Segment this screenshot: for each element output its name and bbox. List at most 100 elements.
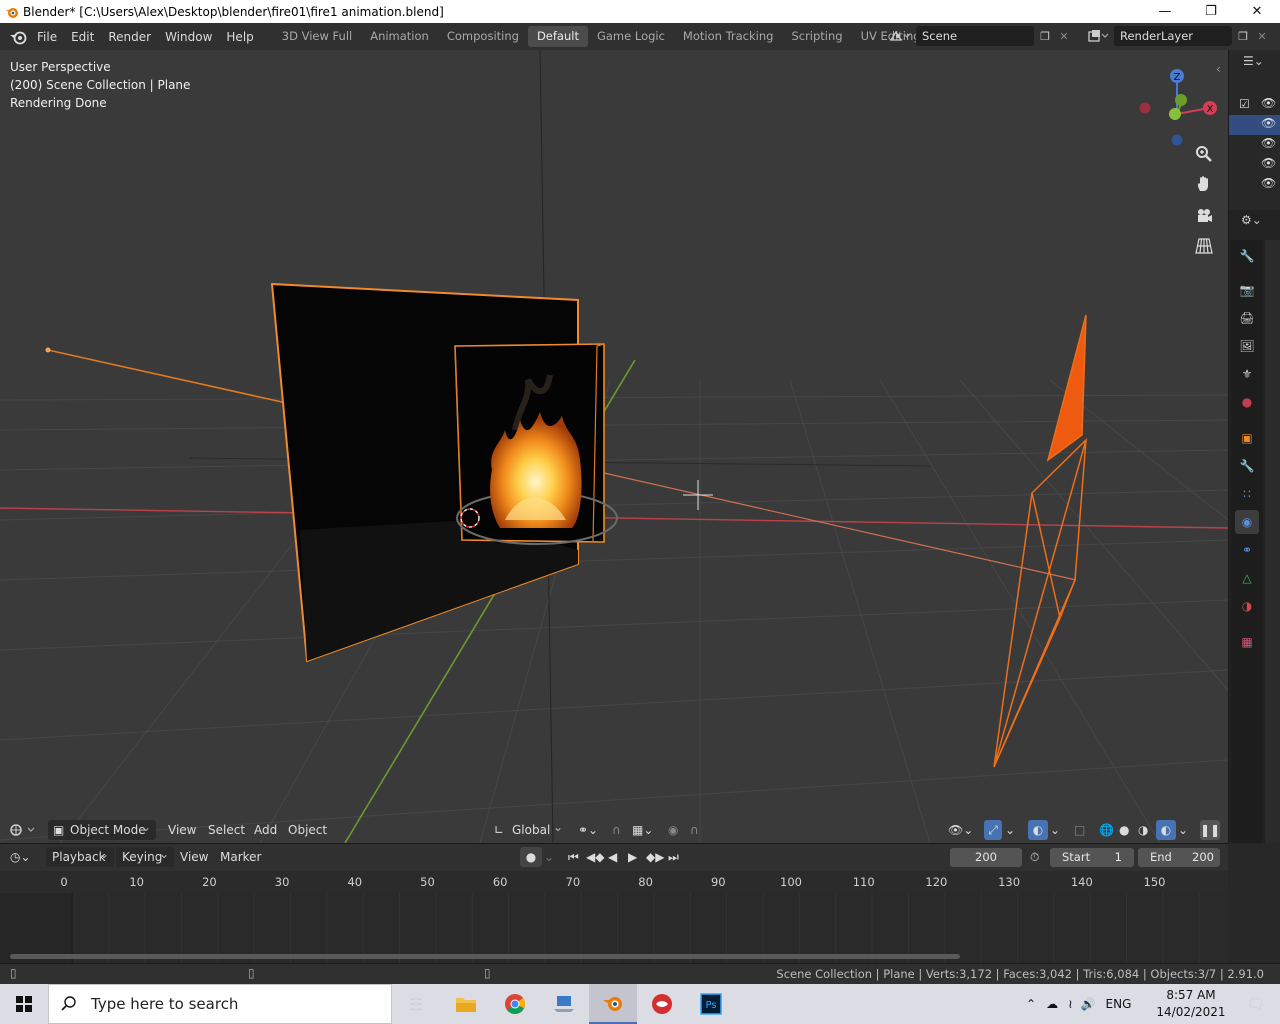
pause-render-button[interactable]: ❚❚ (1200, 820, 1220, 840)
visibility-dropdown[interactable]: 👁⌄ (948, 820, 976, 840)
falloff-dropdown[interactable]: ∩ (690, 820, 710, 840)
menu-help[interactable]: Help (219, 27, 260, 47)
renderlayer-name-field[interactable]: RenderLayer (1114, 26, 1232, 46)
properties-editor-button[interactable]: ⚙⌄ (1241, 213, 1262, 227)
rendered-shading-button[interactable]: ◐ (1156, 820, 1176, 840)
outliner-row[interactable]: 👁 (1229, 155, 1280, 175)
taskbar-search-box[interactable]: Type here to search (48, 984, 392, 1024)
start-frame-field[interactable]: Start 1 (1050, 848, 1134, 867)
overlays-toggle[interactable]: ◐ (1028, 820, 1048, 840)
tab-animation[interactable]: Animation (361, 26, 438, 47)
material-shading-button[interactable]: ◑ (1138, 820, 1156, 840)
snap-target-dropdown[interactable]: ▦⌄ (632, 820, 660, 840)
checkbox-icon[interactable]: ☑ (1239, 97, 1250, 111)
shading-dropdown[interactable]: ⌄ (1178, 820, 1192, 840)
timeline-view-menu[interactable]: View (180, 847, 208, 867)
delete-renderlayer-button[interactable]: ✕ (1254, 27, 1270, 45)
blender-taskbar-button[interactable] (589, 984, 637, 1024)
eye-icon[interactable]: 👁 (1261, 116, 1276, 130)
overlays-dropdown[interactable]: ⌄ (1050, 820, 1064, 840)
taskbar-clock[interactable]: 8:57 AM 14/02/2021 (1156, 987, 1226, 1021)
eye-icon[interactable]: 👁 (1261, 156, 1276, 170)
notifications-button[interactable]: 🗨 (1232, 984, 1280, 1024)
transform-orientation-dropdown[interactable]: ∟ Global (490, 817, 568, 840)
tab-particles[interactable]: ∷ (1235, 482, 1259, 506)
tab-object[interactable]: ▣ (1235, 426, 1259, 450)
wifi-icon[interactable]: ≀ (1068, 997, 1073, 1011)
next-keyframe-button[interactable]: ◆▶ (646, 847, 664, 867)
proportional-edit-toggle[interactable]: ◉ (668, 820, 686, 840)
editor-type-button[interactable] (8, 820, 40, 840)
outliner-row[interactable]: 👁 (1229, 175, 1280, 195)
3d-viewport[interactable]: User Perspective (200) Scene Collection … (0, 50, 1228, 843)
wireframe-shading-button[interactable]: 🌐 (1099, 820, 1117, 840)
laptop-app-button[interactable] (540, 984, 588, 1024)
tab-data[interactable]: △ (1235, 566, 1259, 590)
gizmo-toggle[interactable]: ⤢ (984, 820, 1002, 840)
tab-constraints[interactable]: ⚭ (1235, 538, 1259, 562)
gizmo-dropdown[interactable]: ⌄ (1005, 820, 1019, 840)
minimize-button[interactable]: — (1142, 0, 1188, 23)
language-indicator[interactable]: ENG (1106, 997, 1132, 1011)
add-menu[interactable]: Add (254, 820, 277, 840)
menu-window[interactable]: Window (158, 27, 219, 47)
file-explorer-button[interactable] (442, 984, 490, 1024)
tab-material[interactable]: ◑ (1235, 594, 1259, 618)
zoom-view-button[interactable] (1192, 142, 1216, 166)
new-scene-button[interactable]: ❐ (1036, 27, 1054, 45)
view-menu[interactable]: View (168, 820, 196, 840)
start-button[interactable] (0, 984, 48, 1024)
outliner-row[interactable]: 👁 (1229, 135, 1280, 155)
close-button[interactable]: ✕ (1234, 0, 1280, 23)
photoshop-button[interactable]: Ps (687, 984, 735, 1024)
jump-end-button[interactable]: ⏭ (668, 847, 684, 867)
renderlayer-browse-button[interactable] (1084, 27, 1112, 45)
play-button[interactable]: ▶ (628, 847, 644, 867)
eye-icon[interactable]: 👁 (1261, 136, 1276, 150)
tab-output[interactable]: 🖨 (1235, 306, 1259, 330)
use-preview-range-toggle[interactable]: ⏱ (1030, 847, 1046, 867)
auto-keying-toggle[interactable]: ● (520, 847, 542, 867)
delete-scene-button[interactable]: ✕ (1056, 27, 1072, 45)
tab-world[interactable]: ● (1235, 390, 1259, 414)
outliner-filter-button[interactable]: ☰⌄ (1243, 54, 1264, 68)
pan-view-button[interactable] (1192, 172, 1216, 196)
sidebar-toggle-icon[interactable]: ‹ (1216, 62, 1221, 76)
scene-name-field[interactable]: Scene (916, 26, 1034, 46)
restore-button[interactable]: ❐ (1188, 0, 1234, 23)
onedrive-icon[interactable]: ☁ (1046, 997, 1058, 1011)
eye-icon[interactable]: 👁 (1261, 176, 1276, 190)
blender-menu-button[interactable] (6, 27, 30, 47)
antivirus-button[interactable] (638, 984, 686, 1024)
outliner-row-selected[interactable]: 👁 (1229, 115, 1280, 135)
keying-set-dropdown[interactable]: ⌄ (544, 847, 556, 867)
timeline-scrollbar[interactable] (10, 954, 960, 959)
show-hidden-icons-icon[interactable]: ⌃ (1026, 997, 1036, 1011)
play-reverse-button[interactable]: ◀ (608, 847, 624, 867)
end-frame-field[interactable]: End 200 (1138, 848, 1220, 867)
tab-physics[interactable]: ◉ (1235, 510, 1259, 534)
volume-icon[interactable]: 🔊 (1081, 997, 1096, 1011)
tab-modifiers[interactable]: 🔧 (1235, 454, 1259, 478)
playback-menu[interactable]: Playback (46, 844, 114, 867)
tab-tool[interactable]: 🔧 (1235, 244, 1259, 268)
menu-file[interactable]: File (30, 27, 64, 47)
outliner-row[interactable]: ☑ 👁 (1229, 95, 1280, 115)
marker-menu[interactable]: Marker (220, 847, 261, 867)
eye-icon[interactable]: 👁 (1261, 96, 1276, 110)
menu-edit[interactable]: Edit (64, 27, 101, 47)
navigation-gizmo[interactable]: Z X (1135, 58, 1225, 148)
tab-texture[interactable]: ▦ (1235, 630, 1259, 654)
select-menu[interactable]: Select (208, 820, 245, 840)
tab-motion-tracking[interactable]: Motion Tracking (674, 26, 783, 47)
tab-render[interactable]: 📷 (1235, 278, 1259, 302)
prev-keyframe-button[interactable]: ◀◆ (586, 847, 604, 867)
tab-view-layer[interactable]: 🖼 (1235, 334, 1259, 358)
tab-3d-view-full[interactable]: 3D View Full (273, 26, 361, 47)
tab-scripting[interactable]: Scripting (782, 26, 851, 47)
camera-view-button[interactable] (1192, 204, 1216, 228)
tab-compositing[interactable]: Compositing (438, 26, 528, 47)
jump-start-button[interactable]: ⏮ (568, 847, 584, 867)
snap-toggle[interactable]: ∩ (612, 820, 630, 840)
keying-menu[interactable]: Keying (116, 844, 174, 867)
